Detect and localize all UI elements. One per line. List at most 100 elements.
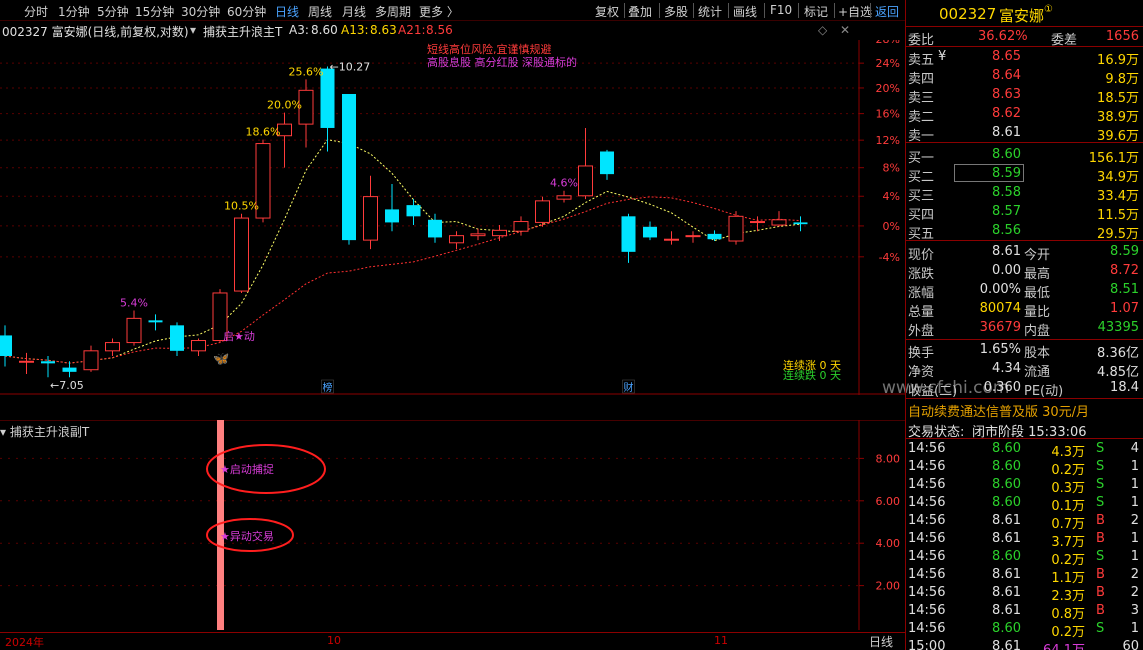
ask-marker: ¥ [938, 49, 947, 64]
tick-side: S [1096, 549, 1105, 564]
stat-label: 现价 [908, 248, 935, 263]
fund-label: 股本 [1024, 346, 1051, 361]
sub-tick-label: 6.00 [876, 495, 901, 508]
draw-line-button[interactable]: 画线 [733, 3, 757, 20]
multi-stock-button[interactable]: 多股 [664, 3, 688, 20]
statistics-button[interactable]: 统计 [698, 3, 722, 20]
fund-value: 1.65% [979, 342, 1021, 357]
close-icon[interactable]: ✕ [840, 23, 850, 37]
candle [449, 231, 464, 250]
stat-value: 43395 [1097, 320, 1139, 335]
candle [105, 338, 120, 357]
candle [191, 338, 206, 357]
sub-chart: ★启动捕捉 ★异动交易 10.00 8.00 6.00 4.00 2.00 [0, 420, 905, 630]
tick-time: 14:56 [908, 459, 946, 474]
f10-button[interactable]: F10 [770, 3, 792, 17]
sub-tick-label: 10.00 [869, 420, 901, 423]
indicator-name[interactable]: 捕获主升浪主T [203, 23, 282, 40]
candle-body [428, 219, 442, 238]
candle-body [363, 196, 378, 241]
candle [535, 196, 550, 227]
candle-body [83, 350, 99, 371]
collapse-icon[interactable]: ▾ [190, 23, 196, 37]
tick-count: 1 [1130, 477, 1139, 492]
candle [342, 93, 356, 245]
ask-price: 8.64 [992, 68, 1021, 83]
selected-bid-box[interactable] [954, 164, 1024, 182]
add-watchlist-button[interactable]: +自选 [838, 3, 872, 20]
tick-count: 2 [1130, 585, 1139, 600]
y-tick-label: -4% [879, 251, 900, 264]
moving-average-lines [4, 139, 801, 364]
candle-body [750, 221, 765, 224]
fund-value: 18.4 [1110, 380, 1139, 395]
price-y-axis: 36%32%28%24%20%16%12%8%4%0%-4% [859, 40, 900, 264]
stat-label: 总量 [908, 305, 935, 320]
y-tick-label: 0% [883, 220, 900, 233]
restore-rights-button[interactable]: 复权 [595, 3, 619, 20]
stat-value: 8.61 [992, 244, 1021, 259]
back-button[interactable]: 返回 [875, 3, 899, 20]
tick-price: 8.60 [992, 549, 1021, 564]
fund-label: 收益(二) [908, 384, 958, 399]
candle [428, 213, 442, 243]
candle-body [191, 340, 206, 352]
tab-timeshare[interactable]: 分时 [24, 3, 48, 20]
mark-button[interactable]: 标记 [804, 3, 828, 20]
candle [298, 79, 314, 148]
price-chart: ←7.055.4%10.5%18.6%20.0%25.6% ←10.274.6% … [0, 40, 905, 395]
tab-more[interactable]: 更多 〉 [419, 3, 459, 20]
stat-label: 最低 [1024, 286, 1051, 301]
period-indicator-button[interactable]: 日线 [858, 633, 904, 649]
stat-label: 今开 [1024, 248, 1051, 263]
stat-value: 8.59 [1110, 244, 1139, 259]
ask-price: 8.61 [992, 125, 1021, 140]
tick-side: S [1096, 459, 1105, 474]
candle-body [105, 342, 120, 352]
a21-label: A21: [398, 23, 426, 37]
date-axis: 2024年 10 11 [0, 632, 905, 650]
tick-price: 8.61 [992, 531, 1021, 546]
tick-side: S [1096, 495, 1105, 510]
a21-value: 8.56 [426, 23, 453, 37]
overlay-button[interactable]: 叠加 [628, 3, 652, 20]
promo-link[interactable]: 自动续费通达信普及版 30元/月 [908, 401, 1089, 420]
candle [385, 184, 399, 232]
stat-label: 外盘 [908, 324, 935, 339]
tab-daily[interactable]: 日线 [275, 3, 299, 20]
tick-side: B [1096, 585, 1105, 600]
candle-body [685, 235, 701, 238]
tab-30min[interactable]: 30分钟 [181, 3, 220, 20]
candle-body [535, 200, 550, 223]
candle [406, 199, 421, 226]
ask-label: 卖三 [908, 91, 935, 106]
candle-body [449, 235, 464, 244]
signal-abnormal: ★异动交易 [220, 529, 274, 543]
bid-label: 买四 [908, 208, 935, 223]
date-label-oct: 10 [327, 634, 341, 647]
tick-side: B [1096, 567, 1105, 582]
tab-15min[interactable]: 15分钟 [135, 3, 174, 20]
weicha-value: 1656 [1105, 29, 1139, 44]
tick-time: 14:56 [908, 495, 946, 510]
info-icon[interactable]: ① [1044, 4, 1053, 15]
sub-y-axis: 10.00 8.00 6.00 4.00 2.00 [859, 420, 900, 593]
tab-weekly[interactable]: 周线 [308, 3, 332, 20]
tab-5min[interactable]: 5分钟 [97, 3, 129, 20]
tab-60min[interactable]: 60分钟 [227, 3, 266, 20]
tag-note: 高股息股 高分红股 深股通标的 [427, 55, 577, 69]
bid-price: 8.60 [992, 147, 1021, 162]
tab-1min[interactable]: 1分钟 [58, 3, 90, 20]
diamond-icon[interactable]: ◇ [818, 23, 827, 37]
stock-code: 002327 [939, 5, 997, 23]
candle-label: 18.6% [246, 126, 281, 139]
tab-multi-period[interactable]: 多周期 [375, 3, 411, 20]
candle-body [234, 217, 249, 292]
ask-label: 卖四 [908, 72, 935, 87]
candle [793, 216, 808, 232]
candle-body [664, 238, 679, 241]
candle-body [621, 216, 636, 252]
candle-body [556, 195, 572, 200]
tab-monthly[interactable]: 月线 [342, 3, 366, 20]
candle [685, 231, 701, 243]
